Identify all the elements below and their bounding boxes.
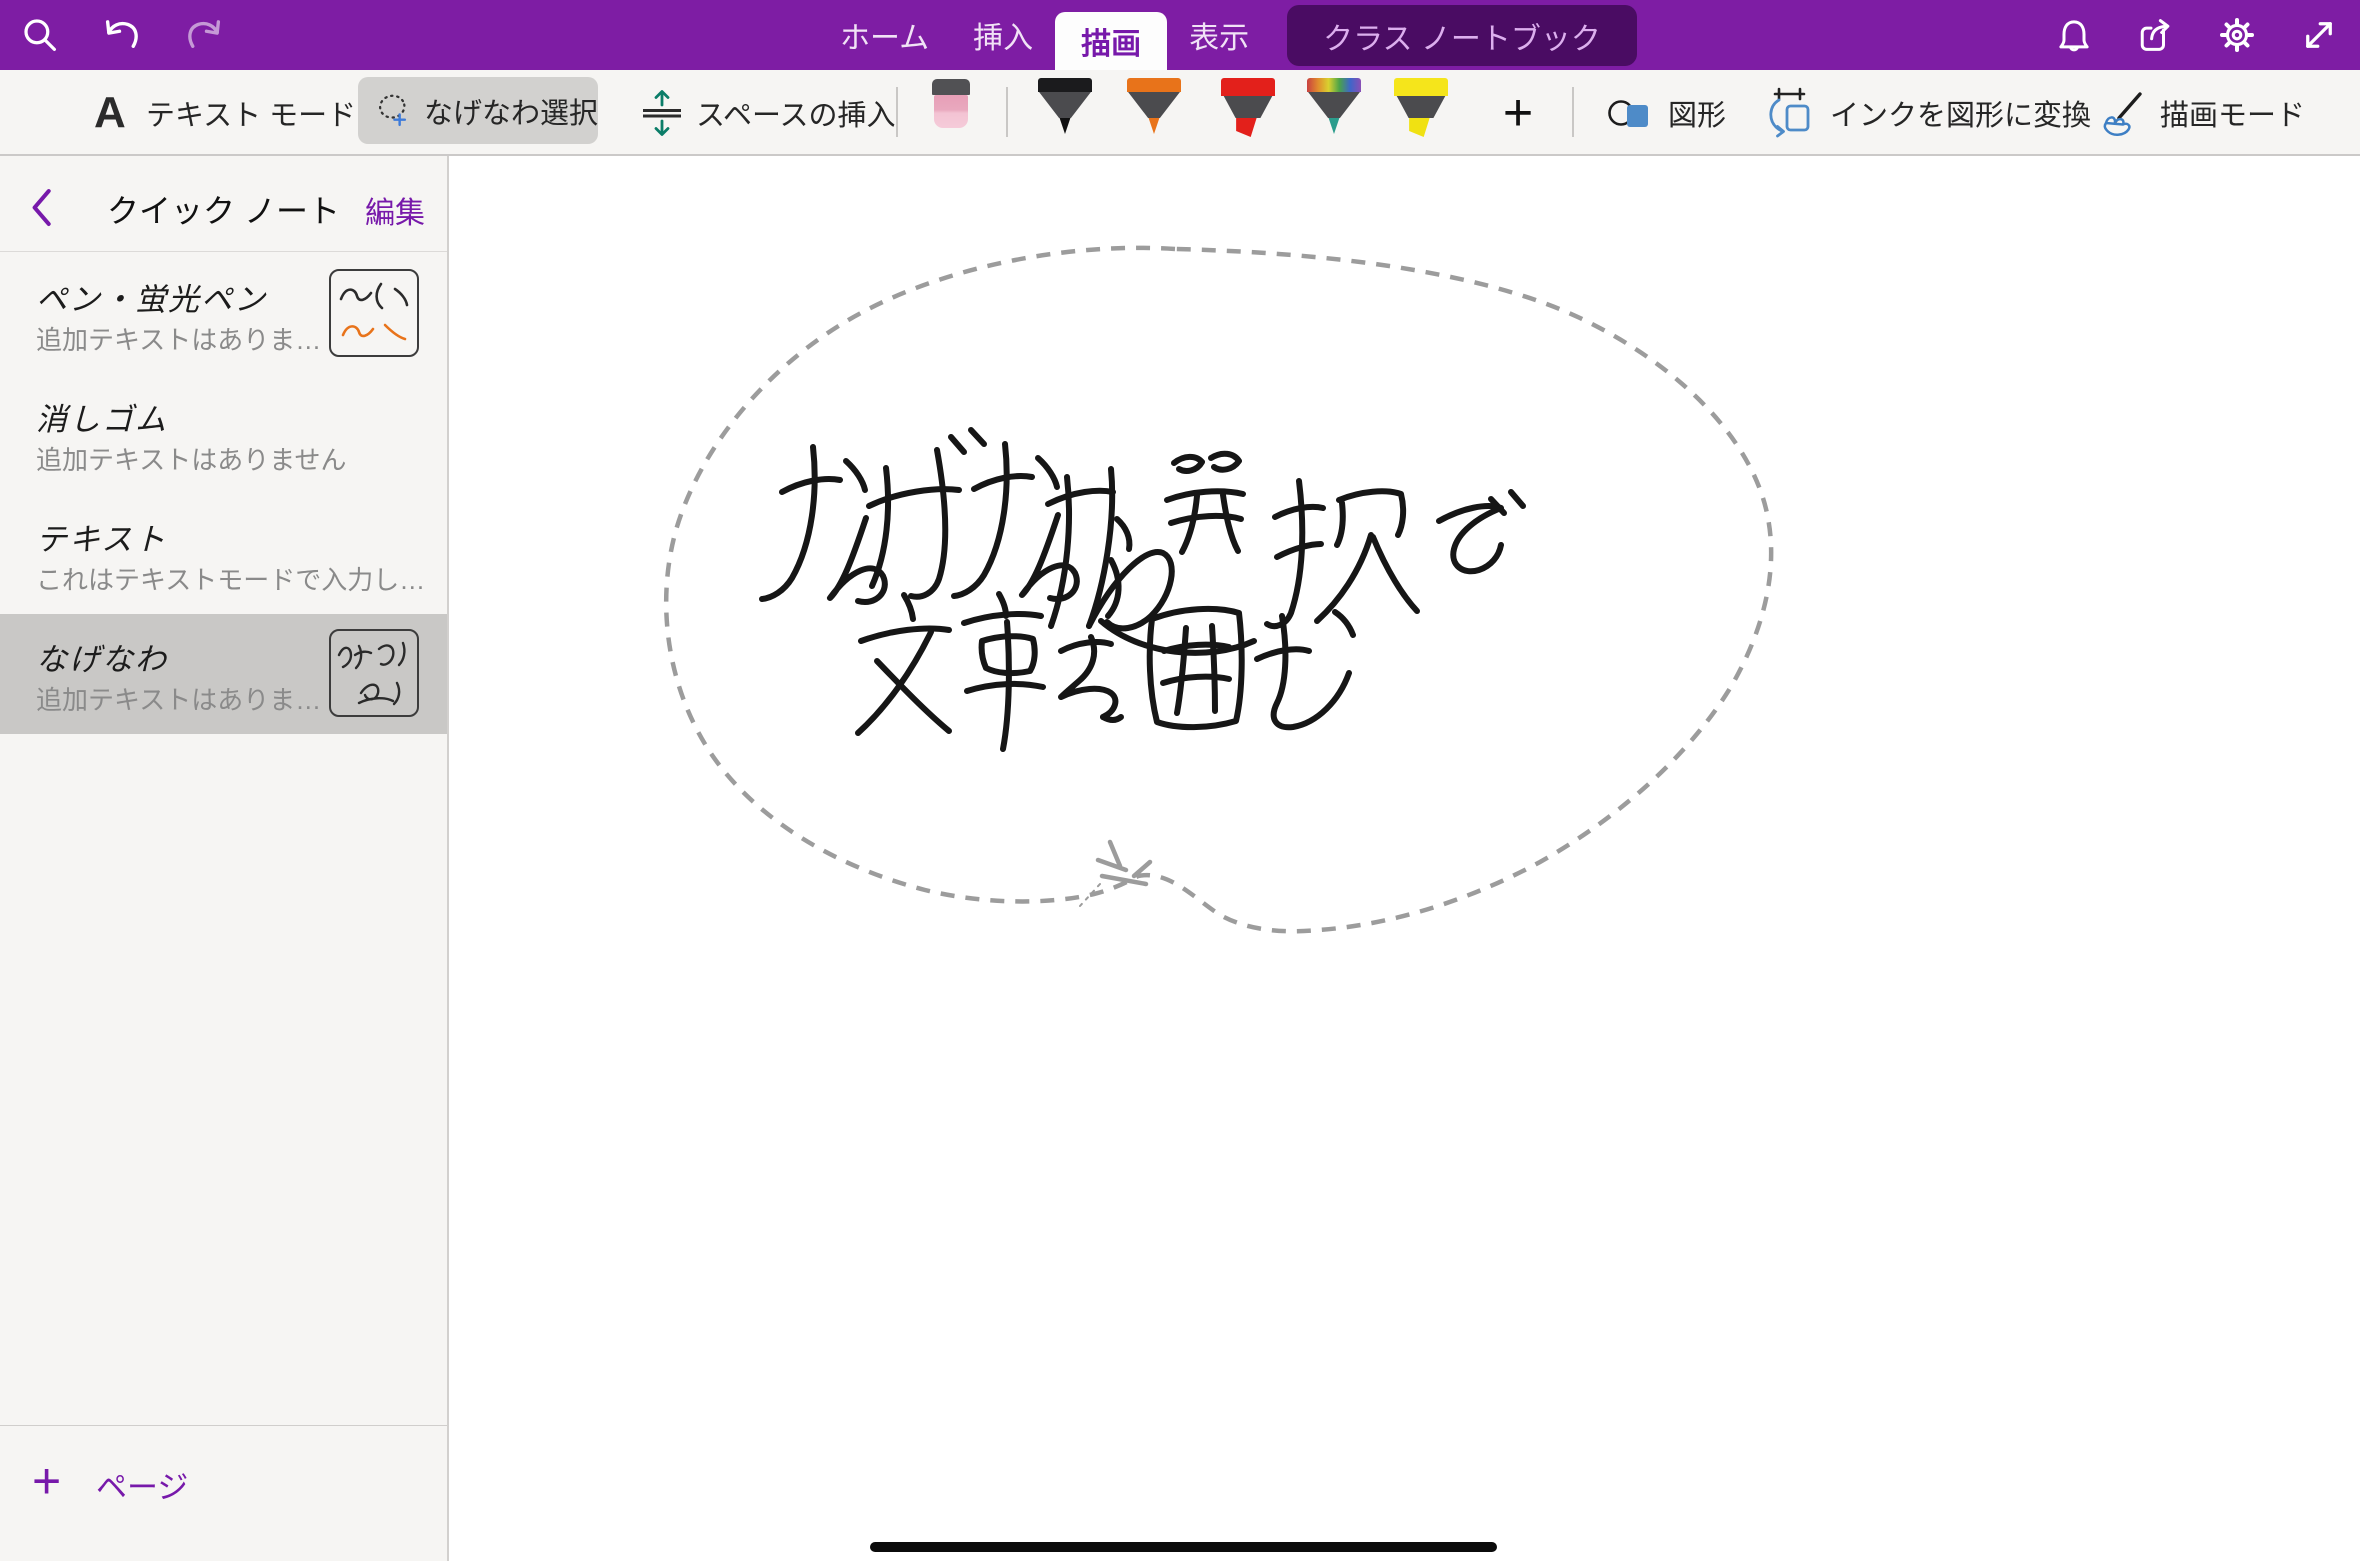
insert-space-icon[interactable] <box>638 88 686 138</box>
insert-space-button[interactable]: スペースの挿入 <box>696 70 896 156</box>
ribbon-divider <box>1006 87 1008 137</box>
page-subtitle: 追加テキストはありま… <box>36 320 321 357</box>
eraser-tool[interactable] <box>932 79 970 129</box>
search-icon[interactable] <box>20 15 60 55</box>
tab-draw-label: 描画 <box>1081 19 1141 63</box>
eraser-body <box>934 95 968 128</box>
home-indicator-bar[interactable] <box>870 1542 1497 1552</box>
page-list-item-pen-highlighter[interactable]: ペン・蛍光ペン 追加テキストはありま… <box>0 254 447 374</box>
page-thumbnail <box>329 629 419 717</box>
plus-icon: + <box>32 1452 61 1510</box>
orange-pen-tool[interactable] <box>1127 78 1181 134</box>
tab-draw[interactable]: 描画 <box>1055 12 1167 70</box>
tab-home[interactable]: ホーム <box>818 0 951 70</box>
ink-to-shape-icon[interactable] <box>1762 86 1816 140</box>
text-mode-button[interactable]: テキスト モード <box>146 70 356 156</box>
shapes-icon[interactable] <box>1606 92 1656 134</box>
black-pen-tool[interactable] <box>1038 78 1092 134</box>
draw-mode-button[interactable]: 描画モード <box>2160 70 2305 156</box>
text-mode-icon: A <box>94 70 126 156</box>
redo-icon[interactable] <box>184 15 224 55</box>
draw-ribbon: A テキスト モード なげなわ選択 スペースの挿入 <box>0 70 2360 156</box>
draw-mode-label: 描画モード <box>2160 92 2305 134</box>
tab-class-notebook-label: クラス ノートブック <box>1323 14 1601 58</box>
page-title: なげなわ <box>36 634 168 679</box>
undo-icon[interactable] <box>102 15 142 55</box>
insert-space-label: スペースの挿入 <box>696 92 896 134</box>
page-list-item-lasso[interactable]: なげなわ 追加テキストはありま… <box>0 614 447 734</box>
note-drawing-canvas[interactable] <box>451 156 2360 1561</box>
tab-view[interactable]: 表示 <box>1167 0 1271 70</box>
fullscreen-expand-icon[interactable] <box>2299 15 2339 55</box>
tab-home-label: ホーム <box>840 13 929 57</box>
red-highlighter-tool[interactable] <box>1221 78 1275 134</box>
add-page-button[interactable]: + ページ <box>0 1426 447 1536</box>
eraser-cap <box>932 79 970 95</box>
rainbow-pen-tool[interactable] <box>1307 78 1361 134</box>
page-list-item-text[interactable]: テキスト これはテキストモードで入力し… <box>0 494 447 614</box>
ribbon-divider <box>1572 87 1574 137</box>
lasso-icon <box>374 88 414 134</box>
tab-insert-label: 挿入 <box>973 13 1033 57</box>
ribbon-tabs: ホーム 挿入 描画 表示 クラス ノートブック <box>818 0 1637 70</box>
shapes-label: 図形 <box>1668 92 1726 134</box>
onenote-app: ホーム 挿入 描画 表示 クラス ノートブック <box>0 0 2360 1561</box>
text-mode-label: テキスト モード <box>146 92 356 134</box>
page-list-item-eraser[interactable]: 消しゴム 追加テキストはありません <box>0 374 447 494</box>
page-title: ペン・蛍光ペン <box>36 274 267 319</box>
page-thumbnail <box>329 269 419 357</box>
share-icon[interactable] <box>2136 15 2176 55</box>
add-pen-button[interactable]: + <box>1488 70 1548 156</box>
page-subtitle: 追加テキストはありません <box>36 440 346 477</box>
page-subtitle: これはテキストモードで入力し… <box>36 560 425 597</box>
tab-view-label: 表示 <box>1189 13 1249 57</box>
add-page-label: ページ <box>96 1462 188 1507</box>
ink-to-shape-label: インクを図形に変換 <box>1830 92 2091 134</box>
tab-insert[interactable]: 挿入 <box>951 0 1055 70</box>
page-list-sidebar: クイック ノート 編集 ペン・蛍光ペン 追加テキストはありま… <box>0 156 449 1561</box>
edit-button[interactable]: 編集 <box>365 188 425 232</box>
ink-to-shape-button[interactable]: インクを図形に変換 <box>1830 70 2091 156</box>
notifications-bell-icon[interactable] <box>2054 15 2094 55</box>
sidebar-header: クイック ノート 編集 <box>0 156 447 252</box>
tab-class-notebook[interactable]: クラス ノートブック <box>1287 5 1637 66</box>
plus-icon: + <box>1503 83 1533 143</box>
page-subtitle: 追加テキストはありま… <box>36 680 321 717</box>
draw-mode-icon[interactable] <box>2096 90 2150 138</box>
page-title: 消しゴム <box>36 394 168 439</box>
top-app-bar: ホーム 挿入 描画 表示 クラス ノートブック <box>0 0 2360 70</box>
settings-gear-icon[interactable] <box>2217 15 2257 55</box>
page-title: テキスト <box>36 514 167 559</box>
shapes-button[interactable]: 図形 <box>1668 70 1726 156</box>
ribbon-divider <box>896 87 898 137</box>
yellow-highlighter-tool[interactable] <box>1394 78 1448 134</box>
lasso-select-label: なげなわ選択 <box>424 90 598 132</box>
lasso-select-button[interactable]: なげなわ選択 <box>358 77 598 144</box>
